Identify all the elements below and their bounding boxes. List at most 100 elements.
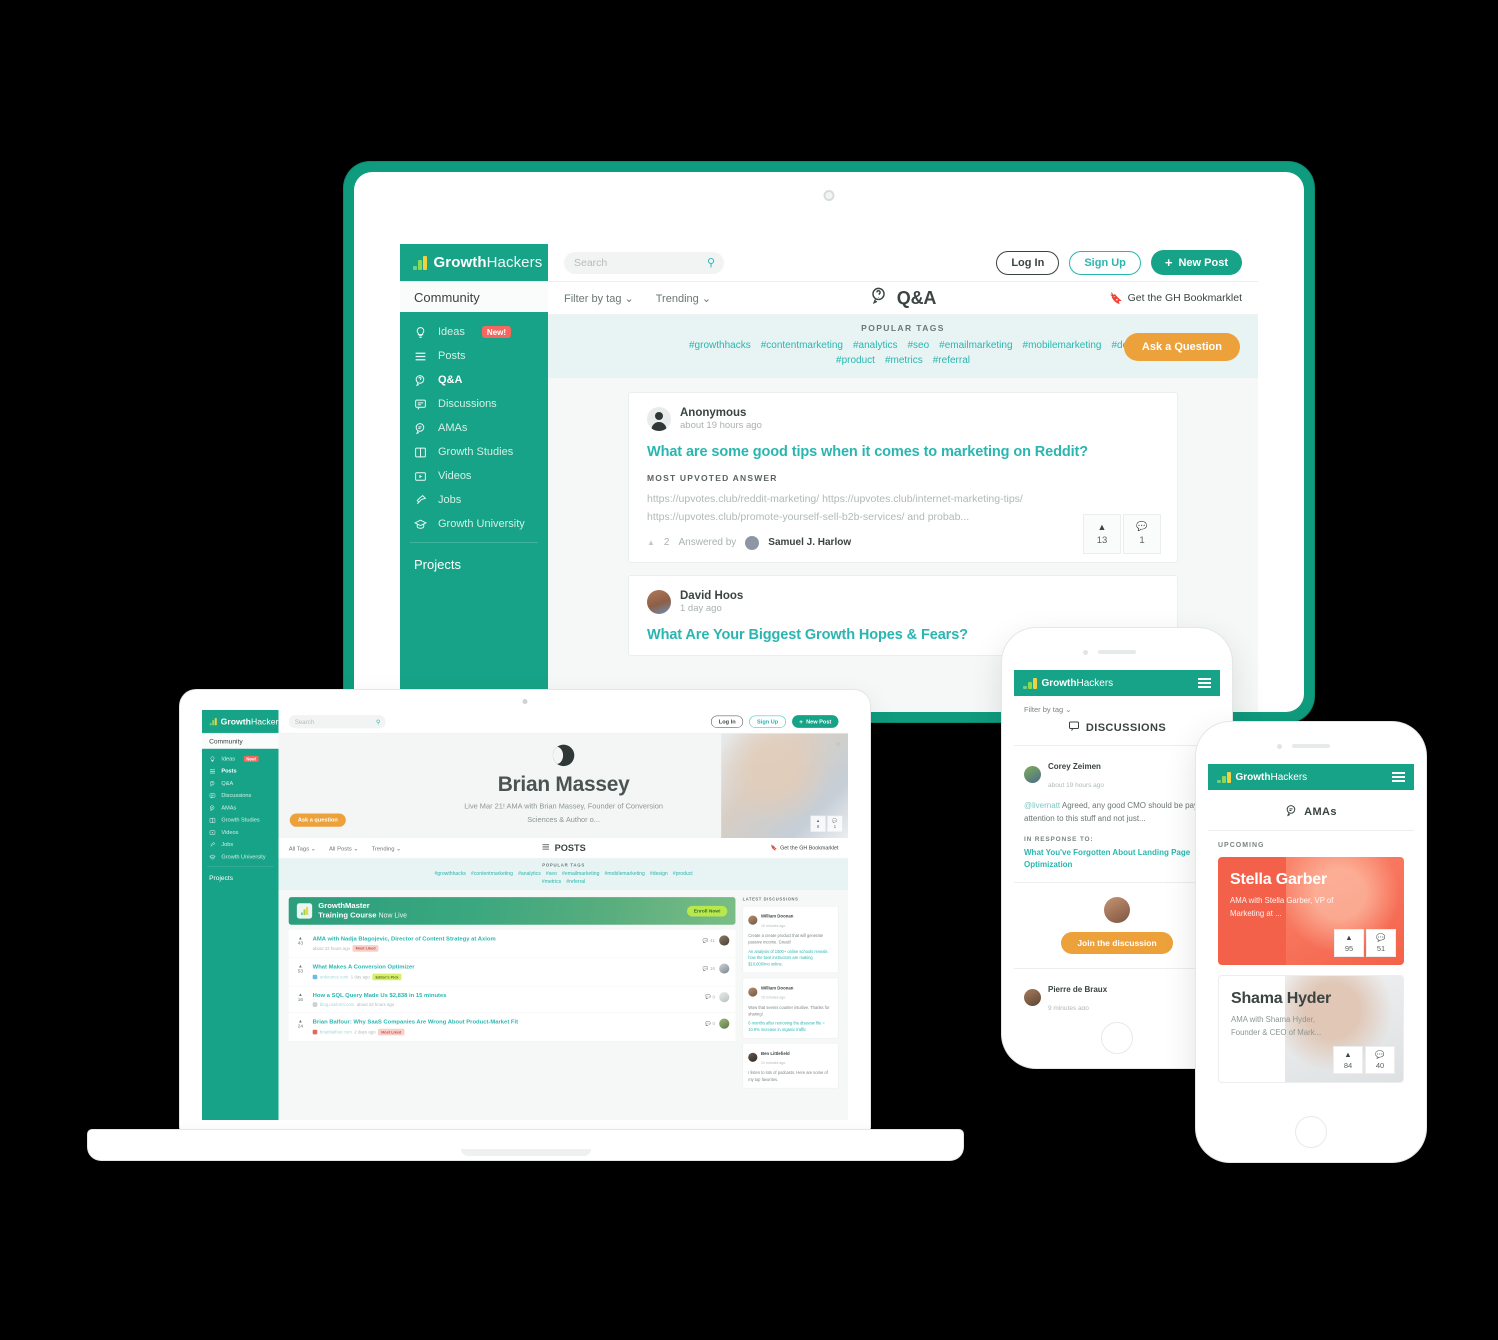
sidebar-item-growth-university[interactable]: Growth University [410, 512, 538, 536]
sidebar-item-videos[interactable]: Videos [207, 826, 273, 838]
sidebar-item-ideas[interactable]: Ideas New! [410, 320, 538, 344]
comment-stat[interactable]: 💬 1 [1123, 513, 1161, 554]
post-source[interactable]: blog.useform.com [320, 1002, 354, 1007]
upvote-stat[interactable]: ▲ 84 [1333, 1046, 1363, 1074]
tag-link[interactable]: #seo [546, 871, 557, 877]
tag-link[interactable]: #emailmarketing [562, 871, 599, 877]
sidebar-item-jobs[interactable]: Jobs [207, 839, 273, 851]
post-title[interactable]: AMA with Nadja Blagojevic, Director of C… [313, 935, 696, 942]
sidebar-item-posts[interactable]: Posts [410, 344, 538, 368]
vote-control[interactable]: ▲ 53 [295, 964, 306, 975]
discussion-card[interactable]: William Doonan 15 minutes ago Wow that s… [742, 977, 839, 1039]
new-post-button[interactable]: + New Post [1150, 250, 1242, 275]
all-posts-dropdown[interactable]: All Posts ⌄ [329, 844, 358, 851]
sidebar-projects[interactable]: Projects [400, 543, 548, 572]
list-item[interactable]: ▲ 16 How a SQL Query Made Us $2,838 in 1… [288, 986, 736, 1014]
post-source[interactable]: unbounce.com [320, 974, 348, 979]
sidebar-item-growth-studies[interactable]: Growth Studies [410, 440, 538, 464]
tag-link[interactable]: #contentmarketing [471, 871, 513, 877]
vote-control[interactable]: ▲ 43 [295, 935, 306, 946]
bookmarklet-link[interactable]: 🔖 Get the GH Bookmarklet [771, 845, 839, 851]
upvote-stat[interactable]: ▲ 8 [810, 815, 826, 832]
post-title[interactable]: What Makes A Conversion Optimizer [313, 964, 696, 971]
list-item[interactable]: ▲ 53 What Makes A Conversion Optimizer u… [288, 958, 736, 987]
sidebar-item-qa[interactable]: Q&A [410, 368, 538, 392]
tag-link[interactable]: #contentmarketing [761, 340, 843, 351]
ask-a-question-button[interactable]: Ask a Question [1123, 332, 1240, 361]
hamburger-menu-icon[interactable] [1198, 678, 1211, 688]
discussion-card[interactable]: Pierre de Braux 9 minutes ago Thanks for… [1014, 969, 1220, 1010]
search-input[interactable]: Search ⚲ [288, 714, 386, 729]
upvote-triangle-icon[interactable]: ▲ [647, 538, 655, 547]
promo-banner[interactable]: GrowthMaster Training Course Now Live En… [288, 897, 736, 925]
discussion-card[interactable]: Corey Zeimen about 19 hours ago @liverna… [1014, 746, 1220, 884]
comment-stat[interactable]: 💬 0 [705, 1021, 715, 1027]
gh-logo[interactable]: GrowthHackers [202, 710, 283, 733]
gh-logo[interactable]: GrowthHackers [1023, 677, 1113, 689]
filter-by-tag-dropdown[interactable]: Filter by tag ⌄ [1014, 696, 1220, 720]
sidebar-item-amas[interactable]: AMAs [410, 416, 538, 440]
tag-link[interactable]: #analytics [853, 340, 897, 351]
upvote-stat[interactable]: ▲ 95 [1334, 929, 1364, 957]
sidebar-item-growth-studies[interactable]: Growth Studies [207, 814, 273, 826]
tag-link[interactable]: #metrics [885, 355, 923, 366]
login-button[interactable]: Log In [996, 250, 1060, 275]
comment-stat[interactable]: 💬 51 [1366, 929, 1396, 957]
sidebar-item-discussions[interactable]: Discussions [207, 790, 273, 802]
answerer-name[interactable]: Samuel J. Harlow [768, 537, 851, 548]
sidebar-item-amas[interactable]: AMAs [207, 802, 273, 814]
gh-logo[interactable]: GrowthHackers [1217, 771, 1307, 783]
upvote-stat[interactable]: ▲ 13 [1083, 513, 1121, 554]
signup-button[interactable]: Sign Up [749, 715, 786, 728]
search-input[interactable]: Search ⚲ [564, 251, 724, 274]
login-button[interactable]: Log In [711, 715, 744, 728]
comment-stat[interactable]: 💬 1 [827, 815, 843, 832]
discussion-card[interactable]: Ben Littlefield 21 minutes ago I listen … [742, 1043, 839, 1089]
vote-control[interactable]: ▲ 24 [295, 1019, 306, 1030]
sidebar-item-ideas[interactable]: Ideas New! [207, 753, 273, 765]
tag-link[interactable]: #analytics [518, 871, 541, 877]
tag-link[interactable]: #growthhacks [434, 871, 465, 877]
tag-link[interactable]: #referral [566, 879, 585, 885]
post-title[interactable]: Brian Balfour: Why SaaS Companies Are Wr… [313, 1019, 699, 1026]
tag-link[interactable]: #growthhacks [689, 340, 751, 351]
mention-link[interactable]: @livernatt [1024, 801, 1060, 810]
sidebar-item-growth-university[interactable]: Growth University [207, 851, 273, 863]
sort-dropdown[interactable]: Trending ⌄ [372, 844, 401, 851]
in-response-to-link[interactable]: What You've Forgotten About Landing Page… [1024, 847, 1210, 873]
all-tags-dropdown[interactable]: All Tags ⌄ [289, 844, 316, 851]
signup-button[interactable]: Sign Up [1069, 250, 1141, 275]
comment-stat[interactable]: 💬 16 [703, 966, 715, 972]
tag-link[interactable]: #seo [907, 340, 929, 351]
ama-card[interactable]: Shama Hyder AMA with Shama Hyder, Founde… [1218, 975, 1404, 1083]
sidebar-item-jobs[interactable]: Jobs [410, 488, 538, 512]
ama-card[interactable]: Stella Garber AMA with Stella Garber, VP… [1218, 857, 1404, 965]
phone-home-button[interactable] [1295, 1116, 1327, 1148]
qa-card[interactable]: Anonymous about 19 hours ago What are so… [628, 392, 1178, 563]
post-source[interactable]: brianbalfour.com [320, 1029, 352, 1034]
sidebar-item-qa[interactable]: Q&A [207, 777, 273, 789]
close-icon[interactable]: × [835, 740, 840, 750]
tag-link[interactable]: #product [836, 355, 875, 366]
comment-stat[interactable]: 💬 0 [705, 994, 715, 1000]
filter-by-tag-dropdown[interactable]: Filter by tag ⌄ [564, 292, 634, 305]
tag-link[interactable]: #mobilemarketing [605, 871, 645, 877]
tag-link[interactable]: #product [673, 871, 693, 877]
tag-link[interactable]: #design [650, 871, 668, 877]
tag-link[interactable]: #mobilemarketing [1023, 340, 1102, 351]
comment-stat[interactable]: 💬 40 [1365, 1046, 1395, 1074]
sidebar-projects[interactable]: Projects [202, 867, 279, 882]
sort-dropdown[interactable]: Trending ⌄ [656, 292, 711, 305]
promo-cta-button[interactable]: Enroll Now! [687, 905, 728, 917]
list-item[interactable]: ▲ 24 Brian Balfour: Why SaaS Companies A… [288, 1013, 736, 1042]
bookmarklet-link[interactable]: 🔖 Get the GH Bookmarklet [1110, 292, 1242, 305]
tag-link[interactable]: #referral [933, 355, 970, 366]
post-title[interactable]: How a SQL Query Made Us $2,838 in 15 min… [313, 992, 699, 999]
join-discussion-button[interactable]: Join the discussion [1061, 932, 1173, 955]
question-title[interactable]: What are some good tips when it comes to… [647, 444, 1159, 460]
phone-home-button[interactable] [1101, 1022, 1133, 1054]
gh-logo[interactable]: GrowthHackers [400, 244, 548, 281]
sidebar-item-posts[interactable]: Posts [207, 765, 273, 777]
discussion-link[interactable]: 6 months after removing the disavow file… [748, 1020, 833, 1033]
sidebar-item-videos[interactable]: Videos [410, 464, 538, 488]
